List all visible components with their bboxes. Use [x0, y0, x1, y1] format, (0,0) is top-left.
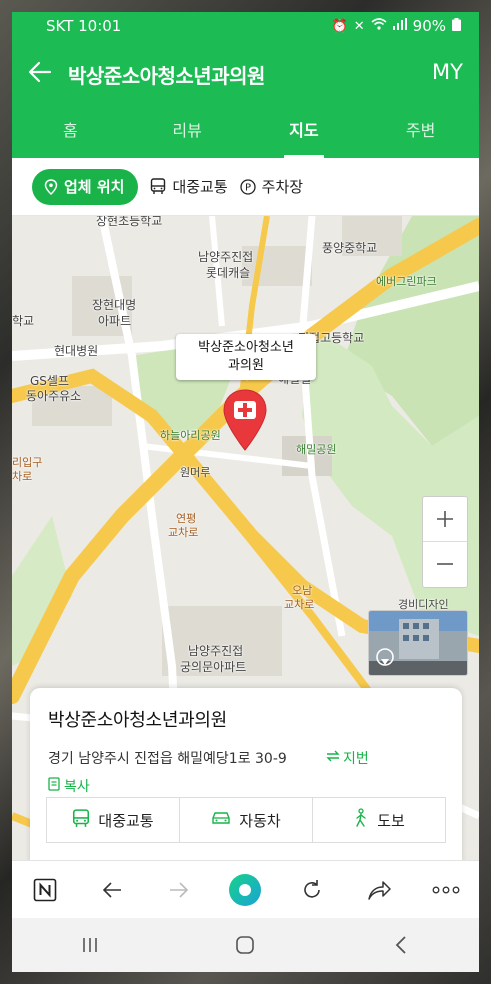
green-dot-icon[interactable]: [225, 870, 265, 910]
status-icons: ⏰ ✕ 90%: [332, 17, 461, 35]
callout-line-2: 과의원: [228, 358, 264, 373]
battery-icon: [452, 17, 461, 35]
system-nav-bar: [12, 918, 479, 972]
browser-back-icon[interactable]: [92, 870, 132, 910]
alarm-icon: ⏰: [331, 18, 348, 34]
callout-line-1: 박상준소아청소년: [198, 340, 294, 355]
map-label-yeonpyeong-2: 교차로: [168, 526, 199, 539]
page-title: 박상준소아청소년과의원: [68, 64, 265, 88]
map-label-gungui-2: 궁의문아파트: [180, 660, 247, 674]
map-label-school-left: 학교: [12, 314, 35, 328]
filter-parking[interactable]: P 주차장: [239, 169, 304, 205]
place-name: 박상준소아청소년과의원: [48, 710, 227, 731]
status-time: SKT 10:01: [46, 17, 122, 35]
place-callout[interactable]: 박상준소아청소년 과의원: [176, 334, 316, 380]
map-filter-bar: 업체 위치 대중교통 P 주차장: [12, 158, 479, 216]
route-options: 대중교통 자동차 도보: [46, 797, 446, 843]
home-icon[interactable]: [220, 925, 270, 965]
refresh-icon[interactable]: [292, 870, 332, 910]
jibun-toggle[interactable]: 지번: [326, 748, 369, 768]
map-label-hyundai: 현대병원: [54, 344, 99, 358]
tab-review[interactable]: 리뷰: [129, 106, 246, 158]
wifi-icon: [371, 18, 387, 34]
zoom-control: [422, 496, 468, 588]
signal-icon: [392, 18, 407, 34]
tab-home[interactable]: 홈: [12, 106, 129, 158]
map-label-school: 장현초등학교: [96, 216, 163, 228]
map-label-onam-2: 교차로: [284, 598, 315, 611]
route-walk-button[interactable]: 도보: [312, 798, 445, 842]
map-label-onam-1: 오남: [292, 584, 313, 597]
car-icon: [211, 810, 231, 830]
plus-icon: [437, 511, 453, 527]
phone-screen: SKT 10:01 ⏰ ✕ 90% 박상준소아청소년과의원 MY 홈 리뷰 지도…: [12, 12, 479, 972]
battery-percent: 90%: [412, 17, 446, 35]
copy-label: 복사: [64, 779, 90, 795]
tab-nearby[interactable]: 주변: [362, 106, 479, 158]
map-label-janghyeon-2: 아파트: [98, 314, 132, 328]
hospital-pin-icon[interactable]: [220, 388, 270, 456]
route-label: 자동차: [239, 811, 281, 830]
parking-icon: P: [239, 178, 256, 195]
app-header: 박상준소아청소년과의원 MY: [12, 40, 479, 106]
place-info-card: 박상준소아청소년과의원 경기 남양주시 진접읍 해밀예당1로 30-9 지번 복…: [30, 688, 462, 888]
nav-back-icon[interactable]: [376, 925, 426, 965]
map-label-evergreen: 에버그린파크: [376, 275, 437, 288]
copy-address-button[interactable]: 복사: [48, 776, 90, 796]
bus-icon: [150, 178, 166, 195]
browser-forward-icon[interactable]: [159, 870, 199, 910]
svg-text:P: P: [245, 182, 251, 193]
bus-icon: [72, 808, 90, 832]
tab-map[interactable]: 지도: [246, 106, 363, 158]
map-label-dongah: 동아주유소: [26, 389, 82, 403]
minus-icon: [437, 563, 453, 565]
map-label-lotte: 롯데캐슬: [206, 266, 251, 280]
map-label-pungyang: 풍양중학교: [322, 241, 378, 255]
map-label-yeonpyeong-1: 연평: [176, 512, 197, 525]
recent-apps-icon[interactable]: [65, 925, 115, 965]
more-icon[interactable]: [426, 870, 466, 910]
my-button[interactable]: MY: [432, 60, 463, 84]
map-label-wonmeoru: 원머루: [180, 466, 211, 479]
zoom-in-button[interactable]: [423, 497, 467, 541]
naver-home-icon[interactable]: [25, 870, 65, 910]
route-label: 도보: [377, 811, 405, 830]
share-icon[interactable]: [359, 870, 399, 910]
browser-toolbar: [12, 860, 479, 919]
zoom-out-button[interactable]: [423, 541, 467, 586]
filter-label: 주차장: [261, 178, 304, 196]
street-view-thumbnail[interactable]: [368, 610, 468, 676]
map-label-haemil-park: 해밀공원: [296, 443, 337, 456]
jibun-label: 지번: [343, 751, 369, 767]
route-car-button[interactable]: 자동차: [179, 798, 312, 842]
map-label-haneul-park: 하늘아리공원: [160, 429, 221, 442]
swap-icon: [326, 750, 340, 766]
tab-bar: 홈 리뷰 지도 주변: [12, 106, 479, 158]
route-transit-button[interactable]: 대중교통: [47, 798, 179, 842]
place-address: 경기 남양주시 진접읍 해밀예당1로 30-9: [48, 751, 287, 767]
map-label-cha: 차로: [12, 470, 33, 483]
map-label-gungui-1: 남양주진접: [188, 644, 244, 658]
back-arrow-icon[interactable]: [26, 58, 54, 86]
filter-label: 대중교통: [172, 178, 228, 196]
filter-label: 업체 위치: [64, 178, 125, 196]
mute-icon: ✕: [353, 18, 365, 34]
status-bar: SKT 10:01 ⏰ ✕ 90%: [12, 12, 479, 40]
route-label: 대중교통: [98, 811, 154, 830]
map-label-namyang: 남양주진접: [198, 250, 254, 264]
map-label-gs: GS셀프: [30, 374, 69, 388]
location-pin-icon: [44, 178, 58, 195]
map-label-entrance: 리입구: [12, 456, 43, 469]
map-label-janghyeon-1: 장현대명: [92, 298, 137, 312]
copy-icon: [48, 777, 60, 795]
walk-icon: [353, 808, 369, 832]
filter-public-transit[interactable]: 대중교통: [150, 169, 228, 205]
filter-business-location[interactable]: 업체 위치: [32, 168, 139, 205]
